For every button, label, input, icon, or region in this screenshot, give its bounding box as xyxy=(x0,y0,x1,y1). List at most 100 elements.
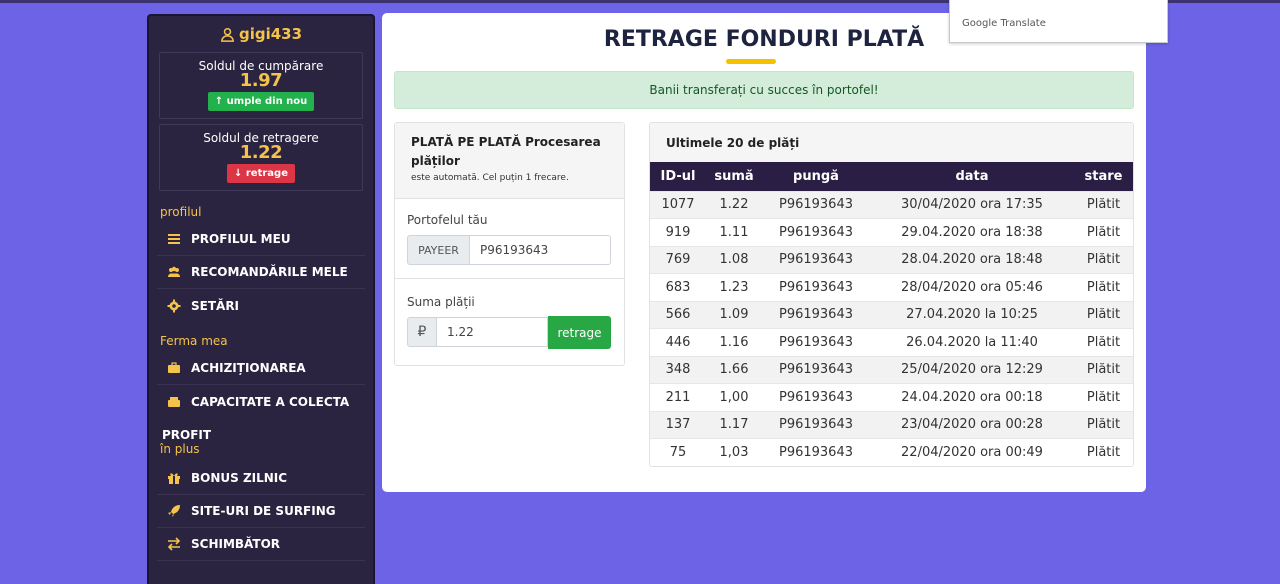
cell-amount: 1.09 xyxy=(706,300,762,329)
withdraw-button[interactable]: ↓ retrage xyxy=(227,164,295,183)
purchase-balance-value: 1.97 xyxy=(239,70,283,91)
wallet-field-block: Portofelul tău PAYEER P96193643 xyxy=(395,199,624,279)
cell-amount: 1.66 xyxy=(706,355,762,384)
table-row: 683 1.23 P96193643 28/04/2020 ora 05:46 Plăt… xyxy=(650,273,1133,301)
cell-status: Plătit xyxy=(1074,218,1133,246)
user-icon xyxy=(221,27,234,42)
user-profile-link[interactable]: gigi433 xyxy=(149,16,373,52)
payment-card-header: PLATĂ PE PLATĂ Procesarea plăților este … xyxy=(395,123,624,199)
withdraw-button-label: retrage xyxy=(245,168,288,179)
cell-id: 769 xyxy=(650,245,706,274)
cell-id: 137 xyxy=(650,410,706,439)
cell-status: Plătit xyxy=(1074,410,1133,439)
username: gigi433 xyxy=(238,25,303,43)
sidebar-item-my-profile[interactable]: PROFILUL MEU xyxy=(157,223,365,256)
google-translate-label: Google Translate xyxy=(962,18,1046,29)
table-row: 769 1.08 P96193643 28.04.2020 ora 18:48 Plăt… xyxy=(650,245,1133,274)
success-alert: Banii transferați cu succes în portofel! xyxy=(394,71,1134,109)
payment-card-subtitle: este automată. Cel puțin 1 frecare. xyxy=(411,173,569,183)
sidebar-item-label: RECOMANDĂRILE MELE xyxy=(191,265,348,279)
payments-table-body: 1077 1.22 P96193643 30/04/2020 ora 17:35 Plă… xyxy=(650,190,1133,466)
sidebar-item-purchase[interactable]: ACHIZIȚIONAREA xyxy=(157,352,365,385)
sidebar-item-label: SCHIMBĂTOR xyxy=(191,537,281,551)
submit-withdraw-button[interactable]: retrage xyxy=(548,316,611,349)
cell-date: 24.04.2020 ora 00:18 xyxy=(870,383,1074,411)
cell-date: 26.04.2020 la 11:40 xyxy=(870,328,1074,356)
google-translate-widget[interactable]: Google Translate xyxy=(949,0,1168,43)
withdraw-balance-box: Soldul de retragere 1.22 ↓ retrage xyxy=(159,124,363,191)
cell-amount: 1.22 xyxy=(706,190,762,219)
cell-amount: 1.16 xyxy=(706,328,762,356)
cell-date: 25/04/2020 ora 12:29 xyxy=(870,355,1074,384)
sidebar-item-settings[interactable]: SETĂRI xyxy=(157,289,365,322)
cell-id: 683 xyxy=(650,273,706,301)
wallet-type-addon: PAYEER xyxy=(407,235,470,265)
exchange-icon xyxy=(167,537,181,551)
refill-button[interactable]: ↑ umple din nou xyxy=(207,92,315,111)
cell-wallet: P96193643 xyxy=(762,218,870,246)
amount-input[interactable]: 1.22 xyxy=(437,317,548,347)
sidebar-item-collect[interactable]: CAPACITATE A COLECTA xyxy=(157,385,365,418)
main-panel: RETRAGE FONDURI PLATĂ Banii transferați … xyxy=(382,13,1146,492)
cell-status: Plătit xyxy=(1074,190,1133,219)
table-row: 75 1,03 P96193643 22/04/2020 ora 00:49 Plăti… xyxy=(650,438,1133,466)
cell-date: 28.04.2020 ora 18:48 xyxy=(870,245,1074,274)
column-header-wallet: pungă xyxy=(793,168,839,184)
cell-status: Plătit xyxy=(1074,383,1133,411)
cell-status: Plătit xyxy=(1074,328,1133,356)
payments-history-card: Ultimele 20 de plăți ID-ul sumă pungă da… xyxy=(649,122,1134,467)
menu-bars-icon xyxy=(167,232,181,246)
sidebar-item-referrals[interactable]: RECOMANDĂRILE MELE xyxy=(157,256,365,289)
sidebar: gigi433 Soldul de cumpărare 1.97 ↑ umple… xyxy=(147,14,375,584)
arrow-down-icon: ↓ xyxy=(234,168,243,179)
section-label-farm: Ferma mea xyxy=(160,334,228,348)
cell-wallet: P96193643 xyxy=(762,438,870,466)
table-row: 919 1.11 P96193643 29.04.2020 ora 18:38 Plăt… xyxy=(650,218,1133,246)
users-icon xyxy=(167,265,181,279)
cell-id: 75 xyxy=(650,438,706,466)
cell-status: Plătit xyxy=(1074,245,1133,274)
cell-date: 22/04/2020 ora 00:49 xyxy=(870,438,1074,466)
google-translate-brand: Google xyxy=(962,18,998,29)
column-header-status: stare xyxy=(1084,168,1123,184)
cell-wallet: P96193643 xyxy=(762,300,870,329)
title-underline xyxy=(726,59,776,64)
refill-button-label: umple din nou xyxy=(226,96,308,107)
cell-amount: 1.11 xyxy=(706,218,762,246)
cell-amount: 1,00 xyxy=(706,383,762,411)
section-label-extra: în plus xyxy=(160,442,200,456)
cell-wallet: P96193643 xyxy=(762,328,870,356)
cell-id: 1077 xyxy=(650,190,706,219)
cell-id: 919 xyxy=(650,218,706,246)
sidebar-item-label: ACHIZIȚIONAREA xyxy=(191,361,306,375)
payment-form-card: PLATĂ PE PLATĂ Procesarea plăților este … xyxy=(394,122,625,366)
sidebar-item-label: CAPACITATE A COLECTA xyxy=(191,394,350,409)
cell-date: 27.04.2020 la 10:25 xyxy=(870,300,1074,329)
withdraw-balance-value: 1.22 xyxy=(239,142,283,163)
sidebar-item-label: PROFILUL MEU xyxy=(191,232,291,246)
column-header-id: ID-ul xyxy=(660,168,696,184)
amount-field-block: Suma plății ₽ 1.22 retrage xyxy=(395,279,624,359)
section-label-profit: PROFIT xyxy=(162,428,212,442)
cell-date: 30/04/2020 ora 17:35 xyxy=(870,190,1074,219)
wallet-input[interactable]: P96193643 xyxy=(470,235,611,265)
google-translate-product: Translate xyxy=(1000,18,1046,29)
payments-table: ID-ul sumă pungă data stare 1077 1.22 P961… xyxy=(650,162,1133,466)
cell-amount: 1.23 xyxy=(706,273,762,301)
sidebar-item-surfing-sites[interactable]: SITE-URI DE SURFING xyxy=(157,495,365,528)
sidebar-item-exchanger[interactable]: SCHIMBĂTOR xyxy=(157,528,365,561)
sidebar-item-daily-bonus[interactable]: BONUS ZILNIC xyxy=(157,462,365,495)
collect-icon xyxy=(167,395,181,409)
cell-wallet: P96193643 xyxy=(762,273,870,301)
section-label-profile: profilul xyxy=(160,205,202,219)
payment-card-title: PLATĂ PE PLATĂ Procesarea plăților xyxy=(411,135,601,168)
cell-status: Plătit xyxy=(1074,273,1133,301)
ruble-icon: ₽ xyxy=(407,317,437,347)
gear-icon xyxy=(167,299,181,313)
sidebar-item-label: BONUS ZILNIC xyxy=(191,471,288,485)
briefcase-icon xyxy=(167,361,181,375)
cell-wallet: P96193643 xyxy=(762,190,870,219)
sidebar-item-label: SITE-URI DE SURFING xyxy=(191,504,336,518)
cell-wallet: P96193643 xyxy=(762,245,870,274)
cell-status: Plătit xyxy=(1074,355,1133,384)
